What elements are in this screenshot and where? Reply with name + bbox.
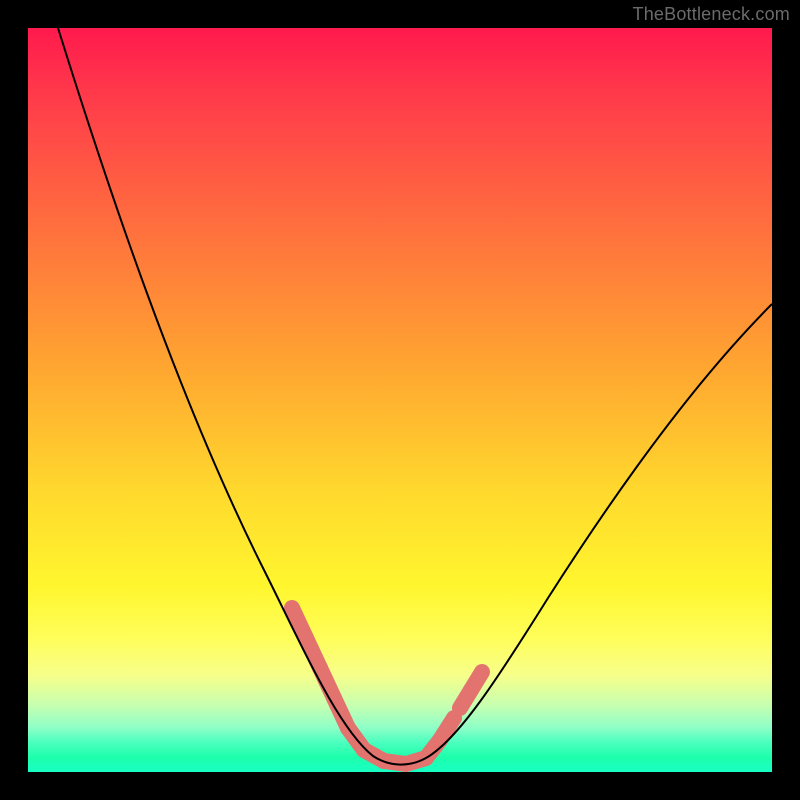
highlight-markers <box>292 608 482 764</box>
watermark-text: TheBottleneck.com <box>633 4 790 25</box>
chart-plot-area <box>28 28 772 772</box>
bottleneck-curve <box>58 28 772 765</box>
chart-svg <box>28 28 772 772</box>
